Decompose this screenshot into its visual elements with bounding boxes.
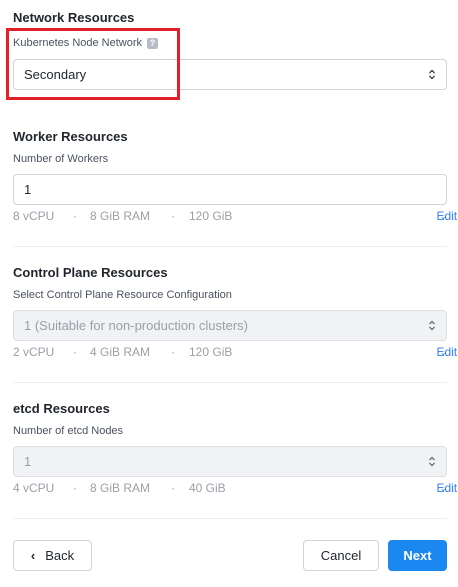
spec-separator: · [73,209,77,223]
control-plane-config-label: Select Control Plane Resource Configurat… [13,289,232,301]
worker-spec-row: 8 vCPU · 8 GiB RAM · 120 GiB Edit ⌄ [13,209,457,225]
select-arrows-icon [429,69,435,80]
etcd-edit-link[interactable]: Edit ⌄ [436,481,457,495]
worker-ram: 8 GiB RAM [90,209,151,223]
chevron-down-icon: ⌄ [439,211,447,221]
next-button-label: Next [403,548,432,563]
section-divider [13,382,447,383]
etcd-disk: 40 GiB [189,481,226,495]
worker-resources-title: Worker Resources [13,129,128,144]
spec-separator: · [73,345,77,359]
chevron-down-icon: ⌄ [439,483,447,493]
highlight-annotation [6,28,180,100]
spec-separator: · [171,481,175,495]
etcd-nodes-select[interactable]: 1 [13,446,447,477]
network-resources-title: Network Resources [13,10,135,25]
control-plane-vcpu: 2 vCPU [13,345,55,359]
etcd-vcpu: 4 vCPU [13,481,55,495]
control-plane-spec-row: 2 vCPU · 4 GiB RAM · 120 GiB Edit ⌄ [13,345,457,361]
control-plane-edit-link[interactable]: Edit ⌄ [436,345,457,359]
next-button[interactable]: Next [388,540,447,571]
etcd-nodes-label: Number of etcd Nodes [13,425,124,437]
control-plane-config-select[interactable]: 1 (Suitable for non-production clusters) [13,310,447,341]
etcd-resources-title: etcd Resources [13,401,110,416]
worker-disk: 120 GiB [189,209,233,223]
control-plane-resources-title: Control Plane Resources [13,265,168,280]
number-of-workers-label: Number of Workers [13,153,109,165]
control-plane-config-value: 1 (Suitable for non-production clusters) [24,318,249,333]
select-arrows-icon [429,456,435,467]
cancel-button[interactable]: Cancel [303,540,379,571]
select-arrows-icon [429,320,435,331]
spec-separator: · [73,481,77,495]
section-divider [13,246,447,247]
chevron-down-icon: ⌄ [439,347,447,357]
chevron-left-icon: ‹ [30,548,36,563]
number-of-workers-value: 1 [24,182,32,197]
etcd-ram: 8 GiB RAM [90,481,151,495]
worker-edit-link[interactable]: Edit ⌄ [436,209,457,223]
spec-separator: · [171,209,175,223]
control-plane-disk: 120 GiB [189,345,233,359]
worker-vcpu: 8 vCPU [13,209,55,223]
etcd-spec-row: 4 vCPU · 8 GiB RAM · 40 GiB Edit ⌄ [13,481,457,497]
number-of-workers-input[interactable]: 1 [13,174,447,205]
section-divider [13,518,447,519]
back-button[interactable]: ‹ Back [13,540,92,571]
etcd-nodes-value: 1 [24,454,32,469]
control-plane-ram: 4 GiB RAM [90,345,151,359]
spec-separator: · [171,345,175,359]
back-button-label: Back [45,548,75,563]
cancel-button-label: Cancel [320,548,362,563]
